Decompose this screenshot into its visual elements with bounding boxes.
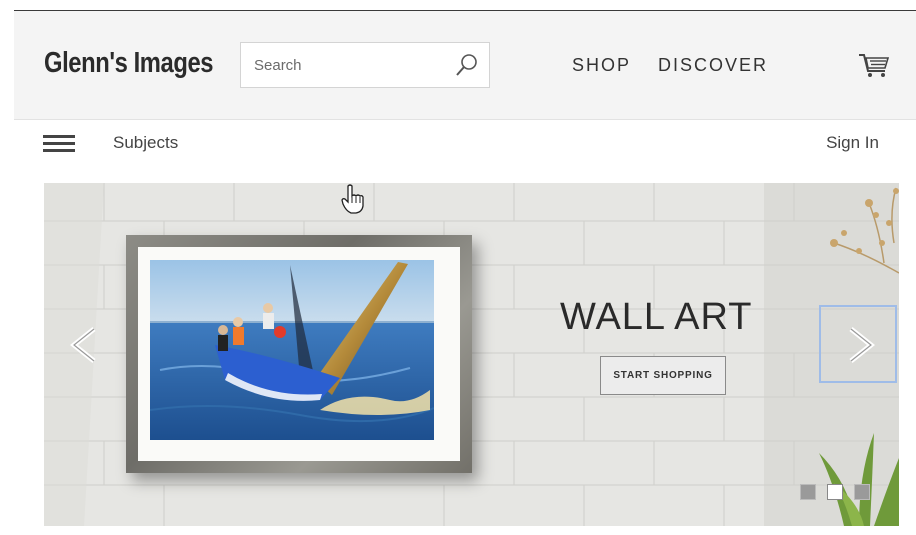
chevron-left-icon[interactable] xyxy=(66,323,100,367)
sign-in-link[interactable]: Sign In xyxy=(826,133,879,153)
hero-carousel: WALL ART START SHOPPING xyxy=(44,183,899,526)
site-header: Glenn's Images SHOP DISCOVER xyxy=(14,11,916,120)
site-logo[interactable]: Glenn's Images xyxy=(44,47,213,80)
carousel-dot[interactable] xyxy=(800,484,816,500)
carousel-dot[interactable] xyxy=(854,484,870,500)
nav-shop-link[interactable]: SHOP xyxy=(572,55,631,76)
search-icon[interactable] xyxy=(455,53,479,77)
hamburger-menu-icon[interactable] xyxy=(43,135,75,153)
shopping-cart-icon[interactable] xyxy=(858,51,890,79)
subjects-link[interactable]: Subjects xyxy=(113,133,178,153)
framed-artwork[interactable] xyxy=(126,235,472,473)
search-input[interactable] xyxy=(241,43,441,87)
hand-cursor-icon xyxy=(341,184,364,214)
secondary-nav: Subjects Sign In xyxy=(0,121,916,165)
chevron-right-icon xyxy=(849,327,875,363)
search-box xyxy=(240,42,490,88)
picture-mat xyxy=(138,247,460,461)
start-shopping-button[interactable]: START SHOPPING xyxy=(600,356,726,395)
carousel-dot-active[interactable] xyxy=(827,484,843,500)
nav-discover-link[interactable]: DISCOVER xyxy=(658,55,768,76)
next-slide-button[interactable] xyxy=(819,305,897,383)
sailboat-painting xyxy=(150,260,434,440)
hero-title: WALL ART xyxy=(560,296,753,338)
